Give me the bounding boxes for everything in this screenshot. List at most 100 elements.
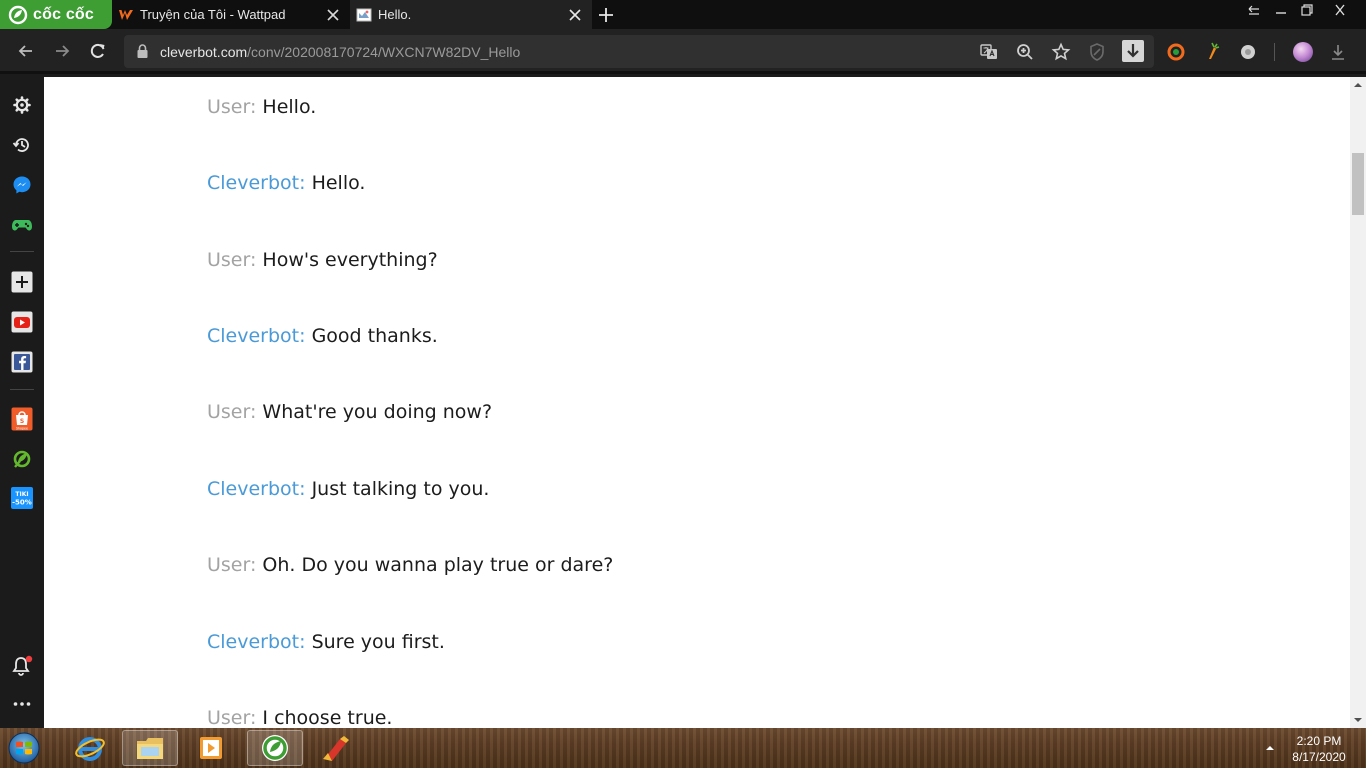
brand-name: cốc cốc — [33, 5, 94, 23]
message-text: How's everything? — [262, 249, 438, 271]
speaker-label: User: — [207, 401, 257, 423]
sidebar-divider — [10, 389, 34, 390]
speaker-label: User: — [207, 707, 257, 728]
minimize-icon[interactable] — [1271, 2, 1291, 18]
tiki-discount: -50% — [12, 499, 32, 507]
bell-icon — [12, 655, 33, 676]
taskbar-media-player[interactable] — [183, 730, 239, 766]
sidebar-item-games[interactable] — [10, 213, 34, 237]
system-clock[interactable]: 2:20 PM 8/17/2020 — [1284, 733, 1354, 765]
browser-menu-button[interactable]: cốc cốc — [0, 0, 112, 29]
page-scrollbar[interactable] — [1350, 77, 1366, 728]
tab-title: Truyện của Tôi - Wattpad — [140, 7, 286, 22]
sidebar-item-more[interactable] — [10, 692, 34, 716]
taskbar-coccoc-browser[interactable] — [247, 730, 303, 766]
url-host: cleverbot.com — [160, 44, 248, 60]
message-text: Good thanks. — [311, 325, 438, 347]
bookmark-star-icon[interactable] — [1051, 42, 1071, 62]
message-text: Hello. — [262, 96, 317, 118]
messenger-icon — [13, 176, 31, 194]
history-icon — [12, 138, 29, 152]
sidebar-item-add[interactable] — [10, 270, 34, 294]
ccleaner-icon — [323, 736, 349, 761]
tiki-badge: TIKI — [15, 491, 28, 498]
close-icon[interactable] — [326, 8, 340, 22]
scroll-up-icon[interactable] — [1354, 81, 1362, 89]
message-text: Hello. — [311, 172, 366, 194]
conversation-line: User: I choose true. — [207, 707, 392, 728]
scrollbar-thumb[interactable] — [1352, 153, 1364, 215]
taskbar-internet-explorer[interactable] — [62, 730, 118, 766]
speaker-label: Cleverbot: — [207, 631, 306, 653]
windows-taskbar: 2:20 PM 8/17/2020 — [0, 728, 1366, 768]
tab-cleverbot[interactable]: Hello. — [350, 0, 592, 29]
shopee-label: Shopee — [16, 426, 28, 430]
close-icon[interactable] — [568, 8, 582, 22]
wattpad-icon — [119, 9, 133, 20]
extension-circle-icon[interactable] — [1238, 42, 1258, 62]
download-video-button[interactable] — [1122, 40, 1144, 62]
youtube-icon — [11, 311, 33, 333]
speaker-label: User: — [207, 96, 257, 118]
show-hidden-icons-icon[interactable] — [1266, 744, 1274, 752]
sidebar-item-shopee[interactable]: S Shopee — [10, 407, 34, 431]
profile-avatar-icon[interactable] — [1292, 41, 1314, 63]
translate-icon[interactable] — [979, 42, 999, 62]
downloads-icon[interactable] — [1328, 42, 1348, 62]
tab-wattpad[interactable]: Truyện của Tôi - Wattpad — [112, 0, 350, 29]
message-text: What're you doing now? — [262, 401, 493, 423]
restore-icon[interactable] — [1297, 2, 1317, 18]
coccoc-browser-icon — [262, 735, 288, 761]
speaker-label: Cleverbot: — [207, 172, 306, 194]
gear-icon — [13, 96, 31, 114]
new-tab-icon[interactable] — [596, 5, 616, 25]
sidebar-item-notifications[interactable] — [10, 654, 34, 678]
coccoc-extension-icon[interactable] — [1166, 42, 1186, 62]
taskbar-ccleaner[interactable] — [308, 730, 364, 766]
gamepad-icon — [12, 220, 32, 231]
browser-toolbar: cleverbot.com/conv/202008170724/WXCN7W82… — [0, 29, 1366, 74]
svg-text:S: S — [20, 418, 24, 425]
windows-start-icon[interactable] — [4, 730, 44, 766]
conversation-line: User: Hello. — [207, 96, 316, 118]
sidebar-item-messenger[interactable] — [10, 173, 34, 197]
lock-icon[interactable] — [136, 44, 149, 59]
zoom-icon[interactable] — [1015, 42, 1035, 62]
message-text: I choose true. — [262, 707, 393, 728]
message-text: Sure you first. — [311, 631, 445, 653]
more-icon — [13, 702, 31, 706]
conversation-line: Cleverbot: Hello. — [207, 172, 365, 194]
reload-icon[interactable] — [88, 41, 108, 61]
shopee-icon: S Shopee — [11, 407, 33, 431]
clock-time: 2:20 PM — [1296, 734, 1342, 748]
sidebar-divider — [10, 251, 34, 252]
message-text: Oh. Do you wanna play true or dare? — [262, 554, 614, 576]
coccoc-leaf-icon — [13, 450, 31, 468]
message-text: Just talking to you. — [311, 478, 490, 500]
conversation-page: User: Hello. Cleverbot: Hello. User: How… — [44, 77, 1350, 728]
carrot-extension-icon[interactable] — [1202, 42, 1222, 62]
forward-icon[interactable] — [52, 41, 72, 61]
window-close-icon[interactable] — [1330, 2, 1350, 18]
scroll-down-icon[interactable] — [1354, 716, 1362, 724]
sidebar-item-facebook[interactable] — [10, 350, 34, 374]
sidebar-item-tiki[interactable]: TIKI -50% — [10, 486, 34, 510]
clock-date: 8/17/2020 — [1292, 750, 1346, 764]
sidebar-item-settings[interactable] — [10, 93, 34, 117]
sidebar-item-coccoc[interactable] — [10, 447, 34, 471]
taskbar-file-explorer[interactable] — [122, 730, 178, 766]
browser-sidebar: S Shopee TIKI -50% — [0, 77, 44, 728]
url-text[interactable]: cleverbot.com/conv/202008170724/WXCN7W82… — [160, 44, 520, 60]
sidebar-item-history[interactable] — [10, 133, 34, 157]
address-bar[interactable]: cleverbot.com/conv/202008170724/WXCN7W82… — [124, 35, 1154, 68]
back-icon[interactable] — [16, 41, 36, 61]
speaker-label: User: — [207, 554, 257, 576]
internet-explorer-icon — [75, 737, 105, 761]
speaker-label: Cleverbot: — [207, 325, 306, 347]
adblock-shield-icon[interactable] — [1087, 42, 1107, 62]
sidebar-item-youtube[interactable] — [10, 310, 34, 334]
exit-fullscreen-icon[interactable] — [1244, 2, 1264, 18]
tab-title: Hello. — [378, 7, 412, 22]
tab-strip: cốc cốc Truyện của Tôi - Wattpad Hello. — [0, 0, 1366, 29]
speaker-label: User: — [207, 249, 257, 271]
